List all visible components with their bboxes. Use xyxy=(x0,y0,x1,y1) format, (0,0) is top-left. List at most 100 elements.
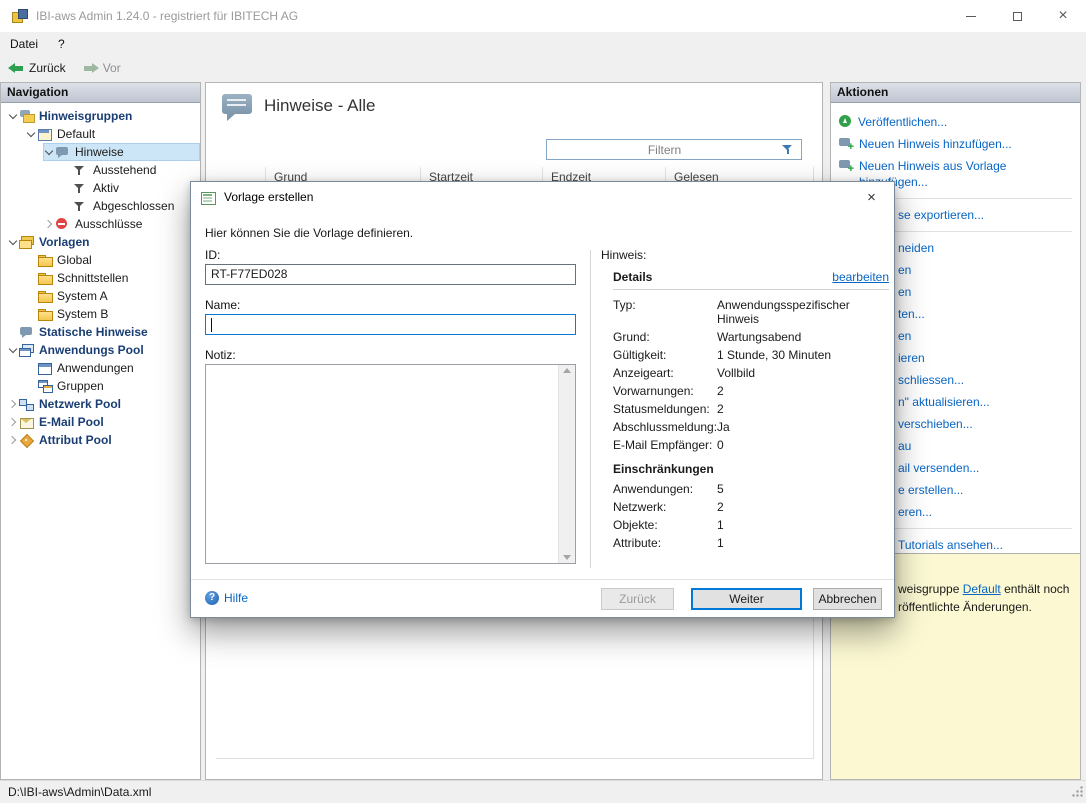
dialog-vorlage-erstellen: Vorlage erstellen × Hier können Sie die … xyxy=(190,181,895,618)
tree-item-netzwerk-pool[interactable]: Netzwerk Pool xyxy=(1,395,200,413)
weiter-button[interactable]: Weiter xyxy=(691,588,802,610)
chevron-down-icon[interactable] xyxy=(7,110,19,122)
action-neuen-hinweis-hinzufuegen[interactable]: Neuen Hinweis hinzufügen... xyxy=(831,133,1080,155)
menu-help[interactable]: ? xyxy=(48,32,75,56)
tree-item-vorlagen[interactable]: Vorlagen xyxy=(1,233,200,251)
tree-item-label: Vorlagen xyxy=(39,235,89,249)
chevron-right-icon[interactable] xyxy=(43,218,55,230)
zurueck-button[interactable]: Zurück xyxy=(601,588,674,610)
restriction-row: Objekte:1 xyxy=(613,518,889,532)
app-icon xyxy=(11,8,27,24)
restriction-label: Anwendungen: xyxy=(613,482,717,496)
tree-item-statische-hinweise[interactable]: Statische Hinweise xyxy=(1,323,200,341)
tree-item-anwendungs-pool[interactable]: Anwendungs Pool xyxy=(1,341,200,359)
tree-item-label: System B xyxy=(57,307,108,321)
tree-item-email-pool[interactable]: E-Mail Pool xyxy=(1,413,200,431)
menu-datei[interactable]: Datei xyxy=(0,32,48,56)
restriction-value: 1 xyxy=(717,518,889,532)
application-icon xyxy=(37,362,53,375)
tree-item-default[interactable]: Default xyxy=(1,125,200,143)
chevron-spacer xyxy=(61,200,73,212)
tree-item-schnittstellen[interactable]: Schnittstellen xyxy=(1,269,200,287)
tree-item-anwendungen[interactable]: Anwendungen xyxy=(1,359,200,377)
detail-label: E-Mail Empfänger: xyxy=(613,438,717,452)
notiz-field[interactable] xyxy=(205,364,576,564)
tree-item-global[interactable]: Global xyxy=(1,251,200,269)
tree-item-attribut-pool[interactable]: Attribut Pool xyxy=(1,431,200,449)
name-field[interactable] xyxy=(205,314,576,335)
tree-item-label: Default xyxy=(57,127,95,141)
chevron-down-icon[interactable] xyxy=(25,128,37,140)
close-button[interactable]: × xyxy=(1040,0,1086,32)
scrollbar[interactable] xyxy=(558,365,575,563)
dialog-close-button[interactable]: × xyxy=(849,183,894,212)
bearbeiten-link[interactable]: bearbeiten xyxy=(832,270,889,284)
minimize-button[interactable] xyxy=(948,0,994,32)
statusbar: D:\IBI-aws\Admin\Data.xml xyxy=(0,780,1086,803)
scroll-up-icon[interactable] xyxy=(563,368,571,373)
tree-item-hinweisgruppen[interactable]: Hinweisgruppen xyxy=(1,107,200,125)
detail-label: Vorwarnungen: xyxy=(613,384,717,398)
filter-funnel-icon xyxy=(73,164,89,177)
help-label: Hilfe xyxy=(224,591,248,605)
forward-button[interactable]: Vor xyxy=(74,57,129,79)
filter-input[interactable]: Filtern xyxy=(546,139,802,160)
maximize-button[interactable] xyxy=(994,0,1040,32)
tree-item-label: Global xyxy=(57,253,92,267)
detail-value: 0 xyxy=(717,438,889,452)
notiz-value[interactable] xyxy=(206,365,558,563)
tree-item-system-b[interactable]: System B xyxy=(1,305,200,323)
tree-item-label: Attribut Pool xyxy=(39,433,112,447)
detail-row: Anzeigeart:Vollbild xyxy=(613,366,889,380)
chevron-down-icon[interactable] xyxy=(43,146,55,158)
tree-item-abgeschlossen[interactable]: Abgeschlossen xyxy=(1,197,200,215)
detail-row: E-Mail Empfänger:0 xyxy=(613,438,889,452)
window-controls: × xyxy=(948,0,1086,32)
detail-value: 1 Stunde, 30 Minuten xyxy=(717,348,889,362)
network-pool-icon xyxy=(19,398,35,411)
restriction-value: 5 xyxy=(717,482,889,496)
scroll-down-icon[interactable] xyxy=(563,555,571,560)
restriction-row: Netzwerk:2 xyxy=(613,500,889,514)
tree-item-label: System A xyxy=(57,289,108,303)
resize-grip[interactable] xyxy=(1071,785,1084,801)
titlebar: IBI-aws Admin 1.24.0 - registriert für I… xyxy=(0,0,1086,32)
menubar: Datei ? xyxy=(0,32,1086,56)
tree-item-gruppen[interactable]: Gruppen xyxy=(1,377,200,395)
details-header: Details bearbeiten xyxy=(613,270,889,290)
close-icon: × xyxy=(1058,8,1067,24)
chevron-down-icon[interactable] xyxy=(7,236,19,248)
action-label: Neuen Hinweis hinzufügen... xyxy=(859,136,1072,152)
action-veroeffentlichen[interactable]: Veröffentlichen... xyxy=(831,111,1080,133)
tree-item-label: Anwendungs Pool xyxy=(39,343,144,357)
tree-item-ausschluesse[interactable]: Ausschlüsse xyxy=(1,215,200,233)
tree-item-aktiv[interactable]: Aktiv xyxy=(1,179,200,197)
id-field[interactable]: RT-F77ED028 xyxy=(205,264,576,285)
detail-row: Grund:Wartungsabend xyxy=(613,330,889,344)
folder-icon xyxy=(37,254,53,267)
navigation-panel: Navigation Hinweisgruppen Default Hinwei… xyxy=(0,82,201,780)
filter-icon[interactable] xyxy=(782,144,795,156)
back-button[interactable]: Zurück xyxy=(0,57,74,79)
navigation-tree: Hinweisgruppen Default Hinweise Ausstehe… xyxy=(1,103,200,449)
detail-row: Gültigkeit:1 Stunde, 30 Minuten xyxy=(613,348,889,362)
details-block: Details bearbeiten Typ:Anwendungsspezifi… xyxy=(613,270,889,550)
restriction-label: Attribute: xyxy=(613,536,717,550)
tree-item-label: Anwendungen xyxy=(57,361,134,375)
chevron-right-icon[interactable] xyxy=(7,398,19,410)
tree-item-ausstehend[interactable]: Ausstehend xyxy=(1,161,200,179)
tree-item-system-a[interactable]: System A xyxy=(1,287,200,305)
tree-item-label: Ausstehend xyxy=(93,163,156,177)
chevron-right-icon[interactable] xyxy=(7,434,19,446)
detail-value: Vollbild xyxy=(717,366,889,380)
status-path: D:\IBI-aws\Admin\Data.xml xyxy=(8,785,151,799)
chevron-right-icon[interactable] xyxy=(7,416,19,428)
tree-item-hinweise[interactable]: Hinweise xyxy=(1,143,200,161)
chevron-spacer xyxy=(25,308,37,320)
default-group-link[interactable]: Default xyxy=(963,582,1001,596)
chevron-down-icon[interactable] xyxy=(7,344,19,356)
help-link[interactable]: ? Hilfe xyxy=(205,591,248,605)
help-icon: ? xyxy=(205,591,219,605)
detail-label: Statusmeldungen: xyxy=(613,402,717,416)
abbrechen-button[interactable]: Abbrechen xyxy=(813,588,882,610)
